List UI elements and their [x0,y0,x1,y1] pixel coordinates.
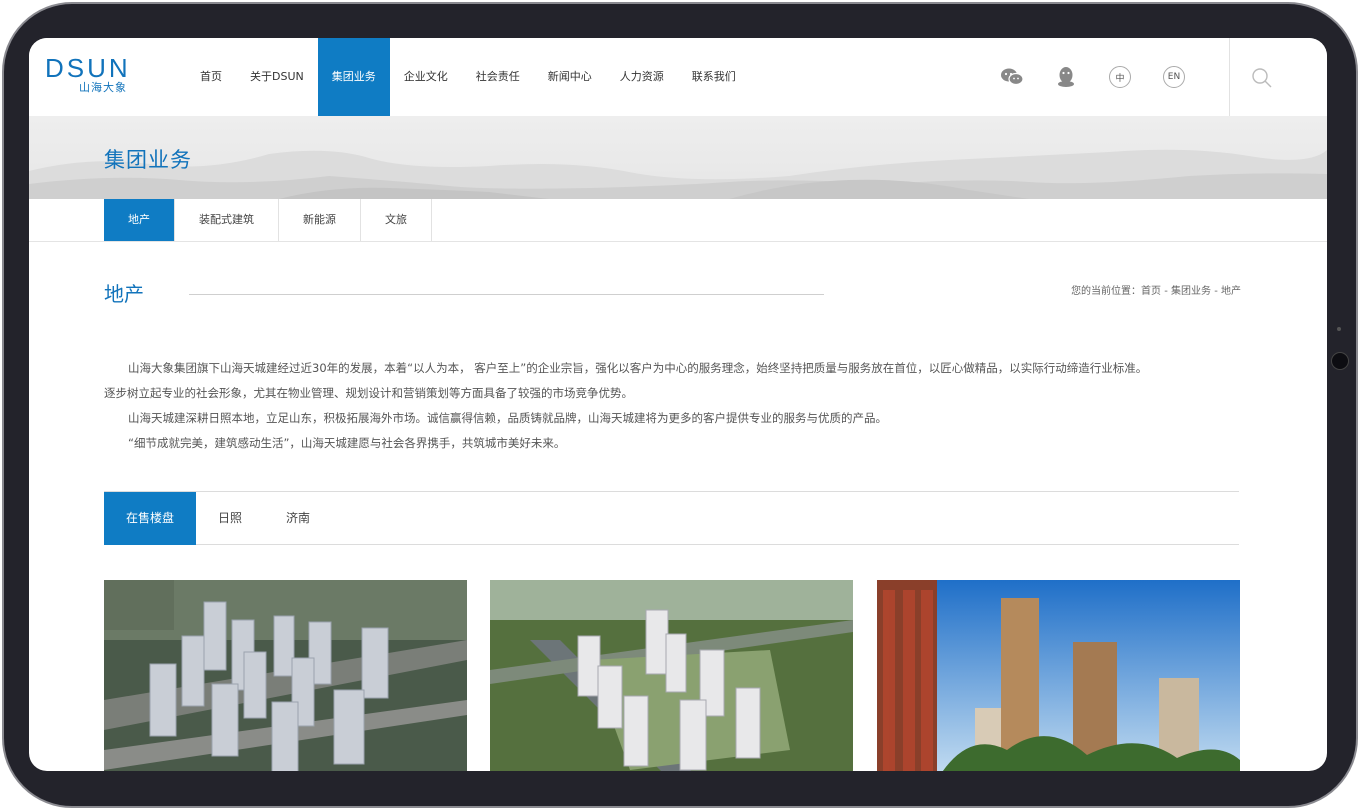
device-sensor [1337,327,1341,331]
subtab-culture-tourism[interactable]: 文旅 [361,199,432,241]
subtabs-divider [29,241,1327,242]
filter-tab-rizhao[interactable]: 日照 [196,492,264,545]
wechat-icon[interactable] [999,64,1025,90]
nav-item-home[interactable]: 首页 [186,38,236,116]
logo-wordmark: DSUN [45,53,131,83]
nav-item-about[interactable]: 关于DSUN [236,38,318,116]
page-banner: 集团业务 [29,116,1327,199]
breadcrumb[interactable]: 您的当前位置：首页 - 集团业务 - 地产 [1071,282,1241,297]
qq-icon[interactable] [1053,64,1079,90]
header-icons: 中 EN [999,64,1215,90]
main-nav: 首页 关于DSUN 集团业务 企业文化 社会责任 新闻中心 人力资源 联系我们 [186,38,750,116]
site-logo[interactable]: DSUN 山海大象 [45,54,135,100]
nav-item-hr[interactable]: 人力资源 [606,38,678,116]
nav-item-news[interactable]: 新闻中心 [534,38,606,116]
business-subtabs: 地产 装配式建筑 新能源 文旅 [104,199,432,241]
mountain-illustration [29,149,1327,199]
property-card-1[interactable] [104,580,467,771]
property-image-high-rise [877,580,1240,771]
nav-item-business[interactable]: 集团业务 [317,38,390,116]
lang-en-label: EN [1163,66,1185,88]
lang-en-button[interactable]: EN [1161,64,1187,90]
subtab-new-energy[interactable]: 新能源 [279,199,361,241]
section-title: 地产 [104,282,144,306]
search-icon[interactable] [1251,67,1273,89]
site-header: DSUN 山海大象 首页 关于DSUN 集团业务 企业文化 社会责任 新闻中心 … [29,38,1327,116]
device-home-button[interactable] [1331,352,1349,370]
nav-item-contact[interactable]: 联系我们 [678,38,750,116]
intro-text: 山海大象集团旗下山海天城建经过近30年的发展，本着“以人为本， 客户至上”的企业… [104,356,1239,456]
intro-paragraph-3: “细节成就完美，建筑感动生活”，山海天城建愿与社会各界携手，共筑城市美好未来。 [128,436,566,450]
filter-tab-jinan[interactable]: 济南 [264,492,332,545]
lang-cn-label: 中 [1109,66,1131,88]
property-image-aerial-towers [104,580,467,771]
nav-item-culture[interactable]: 企业文化 [390,38,462,116]
subtab-prefab-building[interactable]: 装配式建筑 [175,199,279,241]
logo-subtitle: 山海大象 [79,81,127,94]
header-divider [1229,38,1230,116]
subtab-real-estate[interactable]: 地产 [104,199,175,241]
property-card-2[interactable] [490,580,853,771]
lang-cn-button[interactable]: 中 [1107,64,1133,90]
nav-item-responsibility[interactable]: 社会责任 [462,38,534,116]
screen: DSUN 山海大象 首页 关于DSUN 集团业务 企业文化 社会责任 新闻中心 … [29,38,1327,771]
tablet-frame: DSUN 山海大象 首页 关于DSUN 集团业务 企业文化 社会责任 新闻中心 … [0,0,1362,810]
property-image-garden-community [490,580,853,771]
banner-title: 集团业务 [104,148,192,172]
section-title-rule [189,294,824,295]
filter-tab-on-sale[interactable]: 在售楼盘 [104,492,197,545]
intro-paragraph-2: 山海天城建深耕日照本地，立足山东，积极拓展海外市场。诚信赢得信赖，品质铸就品牌，… [128,411,887,425]
intro-paragraph-1-cont: 逐步树立起专业的社会形象，尤其在物业管理、规划设计和营销策划等方面具备了较强的市… [104,386,633,400]
intro-paragraph-1: 山海大象集团旗下山海天城建经过近30年的发展，本着“以人为本， 客户至上”的企业… [128,361,1148,375]
property-card-3[interactable] [877,580,1240,771]
property-filter-tabs: 在售楼盘 日照 济南 [104,491,1239,545]
